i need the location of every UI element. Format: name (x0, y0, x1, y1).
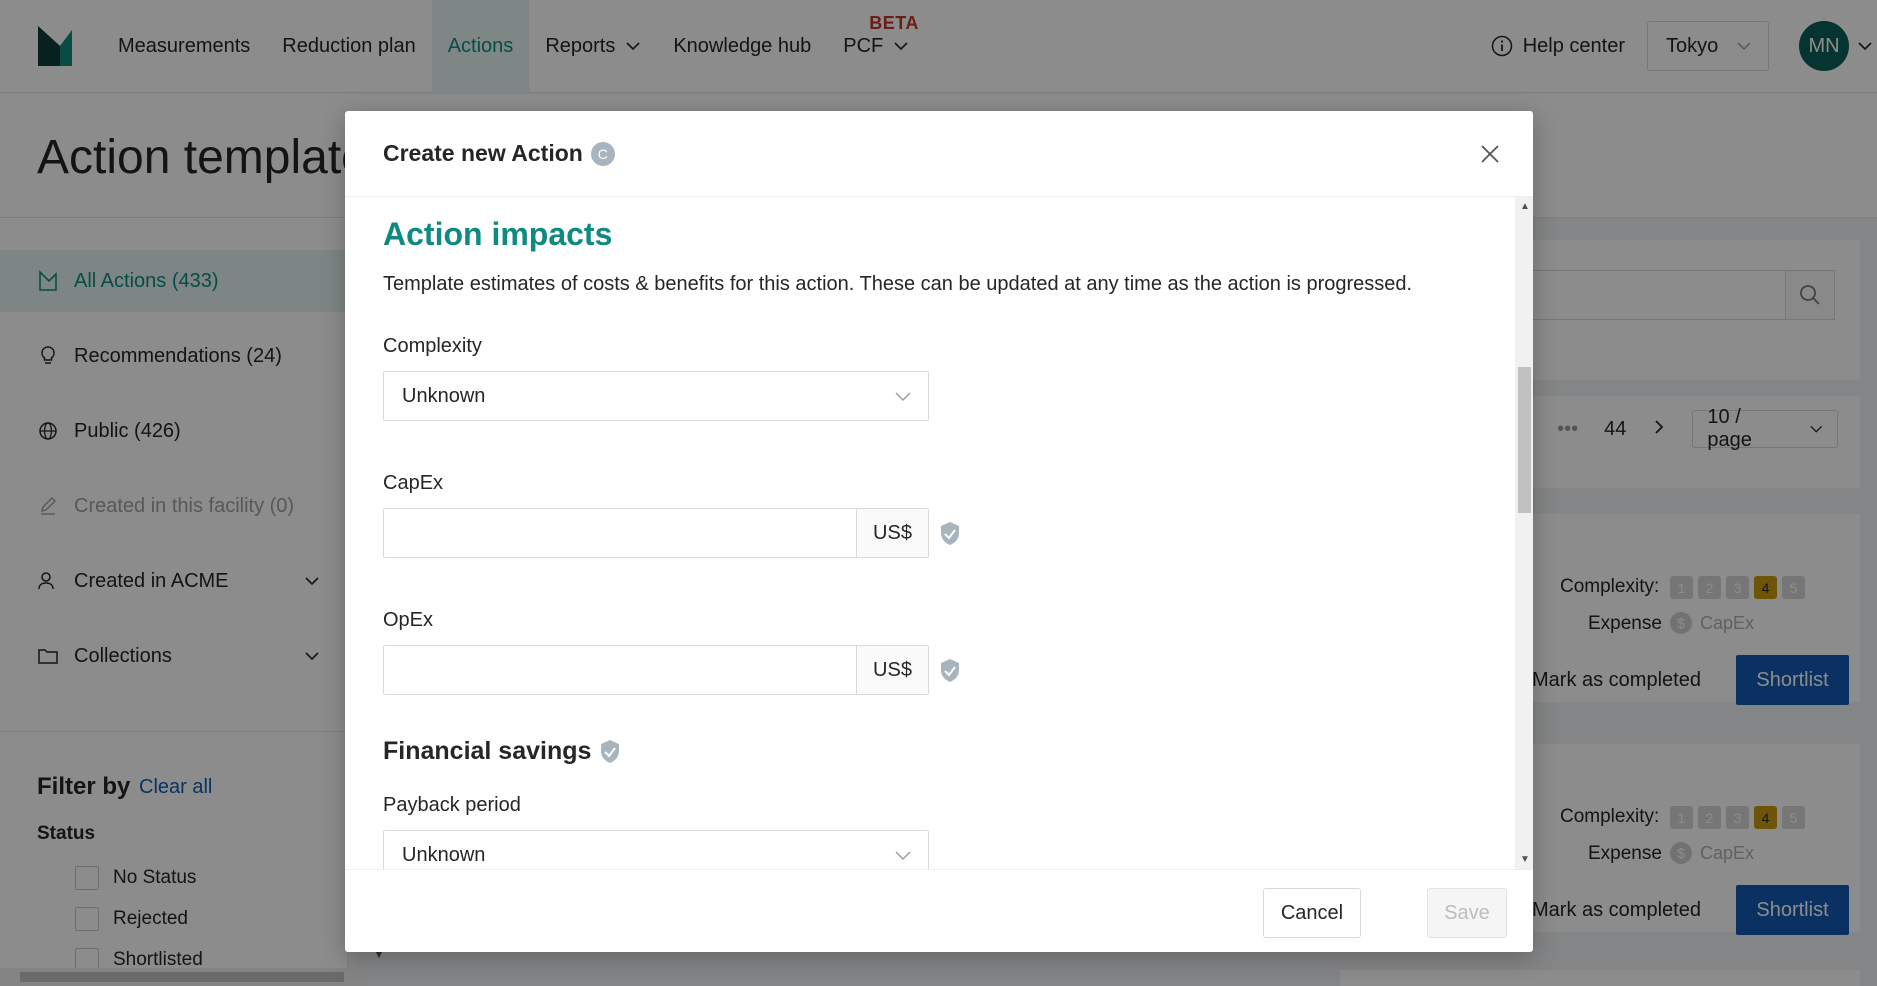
shield-check-icon (941, 659, 959, 682)
shield-check-icon (941, 522, 959, 545)
opex-currency: US$ (856, 646, 928, 694)
save-button[interactable]: Save (1427, 888, 1507, 938)
shield-check-icon (601, 739, 620, 763)
modal-footer: Cancel Save (345, 869, 1533, 952)
chevron-down-icon (895, 392, 911, 401)
c-badge-icon: C (590, 141, 615, 166)
financial-savings-label: Financial savings (383, 737, 592, 765)
opex-field: US$ (383, 645, 929, 695)
capex-field-label: CapEx (383, 472, 444, 494)
cancel-button[interactable]: Cancel (1263, 888, 1361, 938)
complexity-field-label: Complexity (383, 335, 482, 357)
section-title: Action impacts (383, 216, 613, 252)
create-action-modal: Create new Action C Action impacts Templ… (345, 111, 1533, 952)
section-description: Template estimates of costs & benefits f… (383, 273, 1413, 295)
complexity-select[interactable]: Unknown (383, 371, 929, 421)
opex-input[interactable] (384, 646, 856, 694)
financial-savings-title: Financial savings (383, 737, 621, 766)
scrollbar-thumb[interactable] (1518, 367, 1531, 513)
capex-currency: US$ (856, 509, 928, 557)
scroll-down-arrow[interactable]: ▼ (1520, 854, 1530, 865)
payback-select-value: Unknown (402, 843, 486, 866)
payback-field-label: Payback period (383, 794, 521, 816)
payback-select[interactable]: Unknown (383, 830, 929, 869)
chevron-down-icon (895, 851, 911, 860)
capex-field: US$ (383, 508, 929, 558)
modal-title: Create new Action (383, 140, 583, 166)
close-icon[interactable] (1477, 141, 1503, 167)
modal-body: Action impacts Template estimates of cos… (345, 197, 1533, 869)
opex-field-label: OpEx (383, 609, 434, 631)
modal-scrollbar[interactable]: ▲ ▼ (1515, 197, 1533, 869)
scroll-up-arrow[interactable]: ▲ (1520, 201, 1530, 212)
complexity-select-value: Unknown (402, 384, 486, 407)
capex-input[interactable] (384, 509, 856, 557)
modal-header: Create new Action C (345, 111, 1533, 197)
